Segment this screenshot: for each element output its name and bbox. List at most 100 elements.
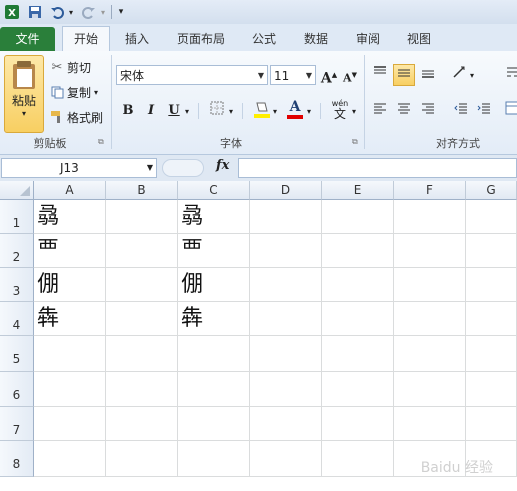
column-header-a[interactable]: A	[34, 181, 106, 200]
row-header-7[interactable]: 7	[0, 407, 34, 441]
paste-button[interactable]: 粘贴 ▾	[4, 55, 44, 133]
cell-b6[interactable]	[106, 372, 178, 407]
cell-b3[interactable]	[106, 268, 178, 302]
cell-d3[interactable]	[250, 268, 322, 302]
name-box[interactable]: J13 ▼	[1, 158, 157, 178]
tab-file[interactable]: 文件	[0, 27, 55, 51]
cell-d4[interactable]	[250, 302, 322, 336]
cell-a4[interactable]: 犇	[34, 302, 106, 336]
cell-c7[interactable]	[178, 407, 250, 441]
cell-d1[interactable]	[250, 200, 322, 234]
redo-icon[interactable]	[81, 4, 97, 20]
font-color-dropdown-icon[interactable]: ▾	[307, 107, 311, 116]
border-dropdown-icon[interactable]: ▾	[229, 107, 233, 116]
tab-home[interactable]: 开始	[62, 26, 110, 52]
cut-button[interactable]: ✂ 剪切	[49, 58, 91, 76]
cell-c8[interactable]	[178, 441, 250, 477]
paste-dropdown-icon[interactable]: ▾	[22, 109, 26, 118]
row-header-1[interactable]: 1	[0, 200, 34, 234]
cell-g6[interactable]	[466, 372, 517, 407]
bold-button[interactable]: B	[118, 101, 138, 121]
shrink-font-button[interactable]: A▼	[340, 65, 360, 85]
decrease-indent-icon[interactable]	[451, 101, 471, 121]
cell-f7[interactable]	[394, 407, 466, 441]
formula-input[interactable]	[238, 158, 517, 178]
row-header-5[interactable]: 5	[0, 336, 34, 372]
merge-cells-icon[interactable]	[502, 101, 517, 121]
increase-indent-icon[interactable]	[474, 101, 494, 121]
cell-a2[interactable]: 覀	[34, 234, 106, 268]
cell-e5[interactable]	[322, 336, 394, 372]
tab-review[interactable]: 审阅	[348, 27, 388, 51]
fill-color-dropdown-icon[interactable]: ▾	[273, 107, 277, 116]
cell-a3[interactable]: 倗	[34, 268, 106, 302]
align-bottom-icon[interactable]	[418, 65, 438, 85]
underline-button[interactable]: U	[164, 101, 184, 121]
cell-a5[interactable]	[34, 336, 106, 372]
align-top-icon[interactable]	[370, 65, 390, 85]
cell-g2[interactable]	[466, 234, 517, 268]
align-right-icon[interactable]	[418, 101, 438, 121]
column-header-d[interactable]: D	[250, 181, 322, 200]
cell-e8[interactable]	[322, 441, 394, 477]
cell-f2[interactable]	[394, 234, 466, 268]
column-header-e[interactable]: E	[322, 181, 394, 200]
cell-f1[interactable]	[394, 200, 466, 234]
cell-c4[interactable]: 犇	[178, 302, 250, 336]
cell-f6[interactable]	[394, 372, 466, 407]
cell-d5[interactable]	[250, 336, 322, 372]
column-header-g[interactable]: G	[466, 181, 517, 200]
cell-d8[interactable]	[250, 441, 322, 477]
cell-d2[interactable]	[250, 234, 322, 268]
font-name-combo[interactable]: 宋体 ▼	[116, 65, 268, 85]
cell-g3[interactable]	[466, 268, 517, 302]
cell-d7[interactable]	[250, 407, 322, 441]
undo-dropdown-icon[interactable]: ▾	[67, 4, 75, 20]
cell-b4[interactable]	[106, 302, 178, 336]
chevron-down-icon[interactable]: ▼	[147, 163, 153, 172]
cell-e4[interactable]	[322, 302, 394, 336]
row-header-2[interactable]: 2	[0, 234, 34, 268]
cell-e3[interactable]	[322, 268, 394, 302]
cell-f4[interactable]	[394, 302, 466, 336]
font-size-combo[interactable]: 11 ▼	[270, 65, 316, 85]
orientation-icon[interactable]	[450, 65, 470, 85]
save-icon[interactable]	[27, 4, 43, 20]
row-header-4[interactable]: 4	[0, 302, 34, 336]
cell-g1[interactable]	[466, 200, 517, 234]
font-color-button[interactable]: A	[285, 99, 305, 121]
fill-color-icon[interactable]	[252, 99, 272, 119]
cell-c1[interactable]: 骉	[178, 200, 250, 234]
cell-e7[interactable]	[322, 407, 394, 441]
cell-f5[interactable]	[394, 336, 466, 372]
format-painter-button[interactable]: 格式刷	[49, 108, 103, 126]
undo-icon[interactable]	[49, 4, 65, 20]
cell-e6[interactable]	[322, 372, 394, 407]
border-icon[interactable]	[207, 101, 227, 121]
cell-c5[interactable]	[178, 336, 250, 372]
cell-e2[interactable]	[322, 234, 394, 268]
cell-b2[interactable]	[106, 234, 178, 268]
column-header-c[interactable]: C	[178, 181, 250, 200]
tab-data[interactable]: 数据	[296, 27, 336, 51]
phonetic-dropdown-icon[interactable]: ▾	[352, 107, 356, 116]
cell-c2[interactable]: 覀	[178, 234, 250, 268]
cell-a1[interactable]: 骉	[34, 200, 106, 234]
row-header-8[interactable]: 8	[0, 441, 34, 477]
cell-g4[interactable]	[466, 302, 517, 336]
underline-dropdown-icon[interactable]: ▾	[185, 107, 189, 116]
formula-bar-expander[interactable]	[162, 159, 204, 177]
font-launcher-icon[interactable]: ⧉	[352, 137, 358, 147]
cell-b5[interactable]	[106, 336, 178, 372]
cell-a6[interactable]	[34, 372, 106, 407]
wrap-text-icon[interactable]	[503, 65, 517, 85]
select-all-button[interactable]	[0, 181, 34, 200]
excel-logo-icon[interactable]: X	[3, 4, 21, 20]
cell-b8[interactable]	[106, 441, 178, 477]
cell-b1[interactable]	[106, 200, 178, 234]
cell-f3[interactable]	[394, 268, 466, 302]
copy-button[interactable]: 复制 ▾	[49, 83, 98, 101]
italic-button[interactable]: I	[141, 101, 161, 121]
row-header-3[interactable]: 3	[0, 268, 34, 302]
column-header-b[interactable]: B	[106, 181, 178, 200]
